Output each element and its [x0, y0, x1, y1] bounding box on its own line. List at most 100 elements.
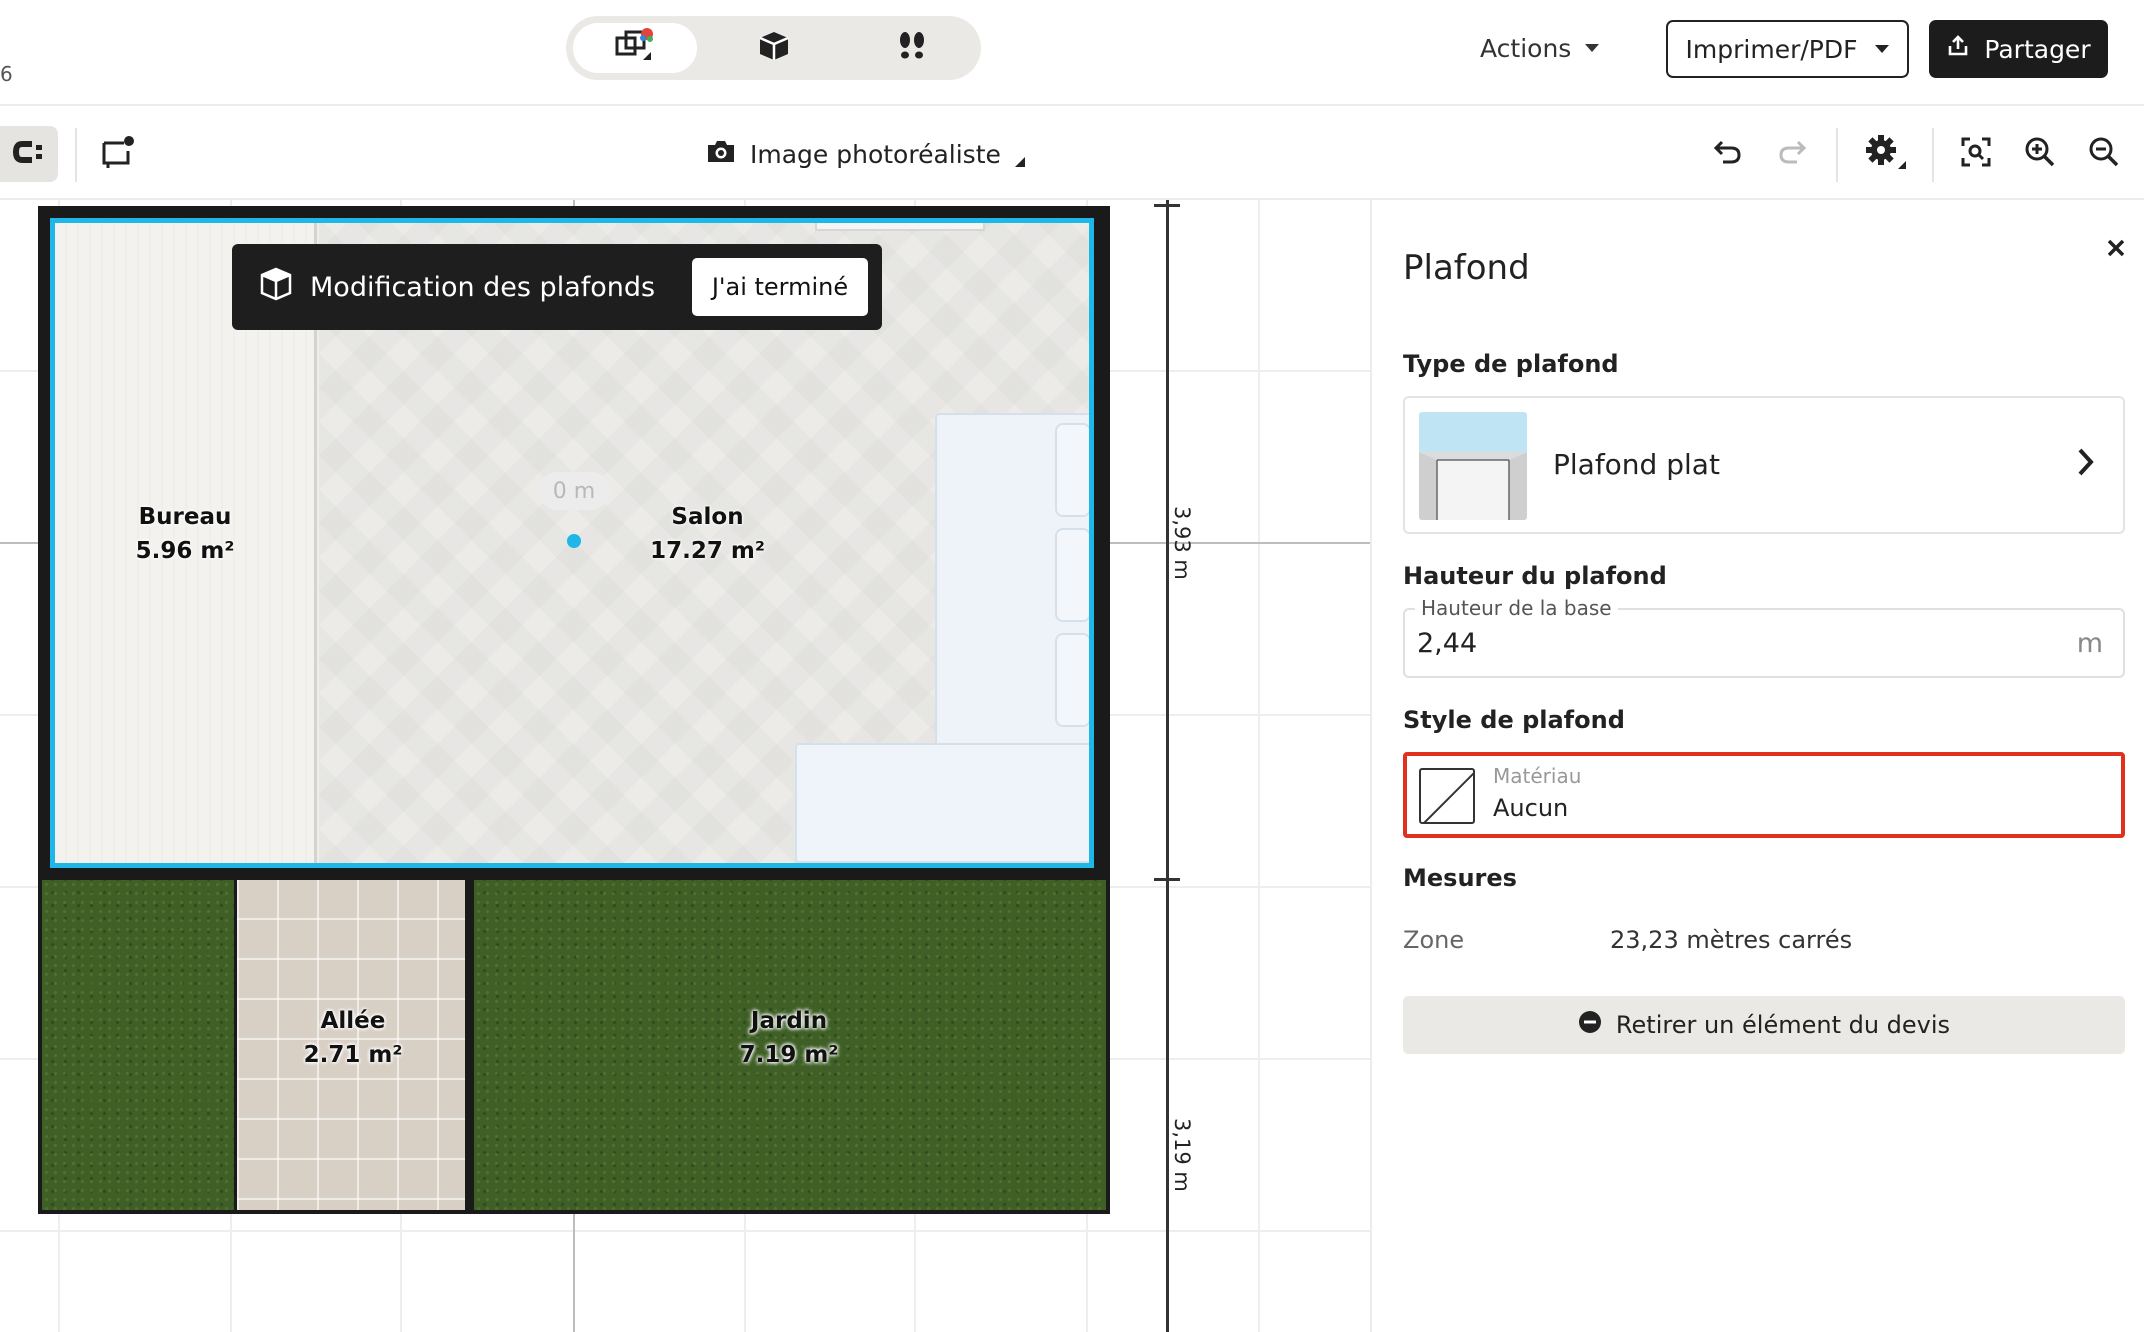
- remove-label: Retirer un élément du devis: [1615, 1011, 1951, 1039]
- toolbar-divider: [1836, 128, 1838, 182]
- logo-c-icon: [12, 138, 46, 170]
- actions-menu[interactable]: Actions: [1480, 28, 1600, 68]
- panel-toggle-button[interactable]: [0, 126, 58, 182]
- room-label-jardin: Jardin 7.19 m²: [714, 1004, 864, 1072]
- edge-digit: 6: [0, 62, 13, 86]
- grid-line: [0, 1230, 1370, 1232]
- material-value: Aucun: [1493, 794, 1569, 822]
- room-name: Jardin: [750, 1008, 828, 1034]
- height-marker-label: 0 m: [538, 472, 610, 510]
- garden-area[interactable]: [38, 876, 1110, 1214]
- ceiling-style-heading: Style de plafond: [1403, 706, 1625, 734]
- ceiling-edit-banner: Modification des plafonds J'ai terminé: [232, 244, 882, 330]
- material-selector[interactable]: Matériau Aucun: [1403, 752, 2125, 838]
- height-unit: m: [2076, 628, 2103, 659]
- cube-3d-icon: [757, 29, 791, 67]
- done-button[interactable]: J'ai terminé: [692, 258, 868, 316]
- ceiling-center-handle[interactable]: [567, 534, 581, 548]
- redo-button[interactable]: [1768, 130, 1816, 178]
- comment-icon: [100, 135, 136, 173]
- close-icon: [2106, 238, 2126, 262]
- base-height-field[interactable]: Hauteur de la base 2,44 m: [1403, 596, 2125, 678]
- dimension-tick: [1154, 878, 1180, 881]
- settings-button[interactable]: [1862, 130, 1910, 178]
- room-area: 2.71 m²: [303, 1042, 403, 1068]
- ceiling-height-heading: Hauteur du plafond: [1403, 562, 1667, 590]
- top-bar: 6 Actions Imprimer/PDF Partager: [0, 0, 2144, 106]
- corner-menu-icon: [1014, 157, 1025, 167]
- view-3d-button[interactable]: [712, 23, 836, 73]
- sofa-cushion: [1055, 528, 1089, 622]
- measure-key: Zone: [1403, 926, 1465, 954]
- ceiling-cube-icon: [258, 266, 294, 309]
- room-area: 17.27 m²: [650, 538, 765, 564]
- remove-from-quote-button[interactable]: Retirer un élément du devis: [1403, 996, 2125, 1054]
- share-button[interactable]: Partager: [1929, 20, 2108, 78]
- room-name: Salon: [671, 504, 744, 530]
- measure-value: 23,23 mètres carrés: [1610, 926, 1853, 954]
- sofa-cushion: [1055, 423, 1089, 517]
- photoreal-label: Image photoréaliste: [750, 139, 1001, 169]
- zoom-out-icon: [2088, 136, 2120, 172]
- room-area: 5.96 m²: [135, 538, 235, 564]
- ceiling-type-name: Plafond plat: [1553, 448, 1720, 481]
- ceiling-type-selector[interactable]: Plafond plat: [1403, 396, 2125, 534]
- banner-text: Modification des plafonds: [310, 271, 656, 303]
- caret-down-icon: [1875, 45, 1890, 53]
- ceiling-type-heading: Type de plafond: [1403, 350, 1619, 378]
- height-value[interactable]: 2,44: [1417, 628, 1477, 659]
- toolbar-divider: [1932, 128, 1934, 182]
- dimension-line: [1166, 200, 1169, 1332]
- toolbar-divider: [75, 128, 77, 182]
- room-name: Allée: [320, 1008, 386, 1034]
- room-label-salon: Salon 17.27 m²: [630, 500, 785, 568]
- gear-icon: [1864, 133, 1908, 175]
- print-pdf-button[interactable]: Imprimer/PDF: [1666, 20, 1909, 78]
- view-walk-button[interactable]: [850, 23, 974, 73]
- fit-view-button[interactable]: [1952, 130, 2000, 178]
- field-legend: Hauteur de la base: [1415, 596, 1618, 620]
- footsteps-icon: [895, 29, 929, 67]
- minus-circle-icon: [1578, 1010, 1602, 1040]
- dimension-tick: [1154, 204, 1180, 207]
- chevron-right-icon: [2075, 446, 2097, 482]
- zoom-in-button[interactable]: [2016, 130, 2064, 178]
- comment-button[interactable]: [94, 130, 142, 178]
- dimension-label: 3,19 m: [1170, 1118, 1194, 1192]
- properties-panel: Plafond Type de plafond Plafond plat Hau…: [1370, 200, 2144, 1332]
- window-strip: [815, 223, 985, 231]
- room-label-bureau: Bureau 5.96 m²: [110, 500, 260, 568]
- actions-label: Actions: [1480, 33, 1572, 63]
- toolbar: Image photoréaliste: [0, 108, 2144, 200]
- plan-2d-icon: [613, 26, 657, 70]
- flat-ceiling-thumbnail: [1419, 412, 1527, 520]
- focus-frame-icon: [1960, 136, 1992, 172]
- close-button[interactable]: [2096, 230, 2136, 270]
- view-mode-switcher: [566, 16, 981, 80]
- camera-icon: [706, 138, 736, 170]
- zoom-in-icon: [2024, 136, 2056, 172]
- room-name: Bureau: [138, 504, 232, 530]
- room-area: 7.19 m²: [739, 1042, 839, 1068]
- sofa-chaise[interactable]: [795, 743, 1089, 863]
- room-label-allee: Allée 2.71 m²: [278, 1004, 428, 1072]
- zoom-out-button[interactable]: [2080, 130, 2128, 178]
- no-material-icon: [1419, 768, 1475, 824]
- photoreal-image-button[interactable]: Image photoréaliste: [706, 134, 1025, 174]
- view-2d-button[interactable]: [573, 23, 697, 73]
- panel-title: Plafond: [1403, 248, 1530, 288]
- floorplan-canvas[interactable]: Bureau 5.96 m² Salon 17.27 m² Allée 2.71…: [0, 200, 1370, 1332]
- floorplan-app: 6 Actions Imprimer/PDF Partager Image ph…: [0, 0, 2144, 1332]
- measures-heading: Mesures: [1403, 864, 1517, 892]
- undo-button[interactable]: [1704, 130, 1752, 178]
- share-icon: [1946, 34, 1970, 64]
- dimension-label: 3,93 m: [1170, 506, 1194, 580]
- undo-icon: [1713, 138, 1743, 170]
- grass-left[interactable]: [42, 880, 234, 1210]
- print-label: Imprimer/PDF: [1685, 34, 1858, 64]
- sofa-cushion: [1055, 633, 1089, 727]
- caret-down-icon: [1585, 44, 1600, 52]
- share-label: Partager: [1984, 34, 2091, 64]
- material-label: Matériau: [1493, 764, 1582, 788]
- redo-icon: [1777, 138, 1807, 170]
